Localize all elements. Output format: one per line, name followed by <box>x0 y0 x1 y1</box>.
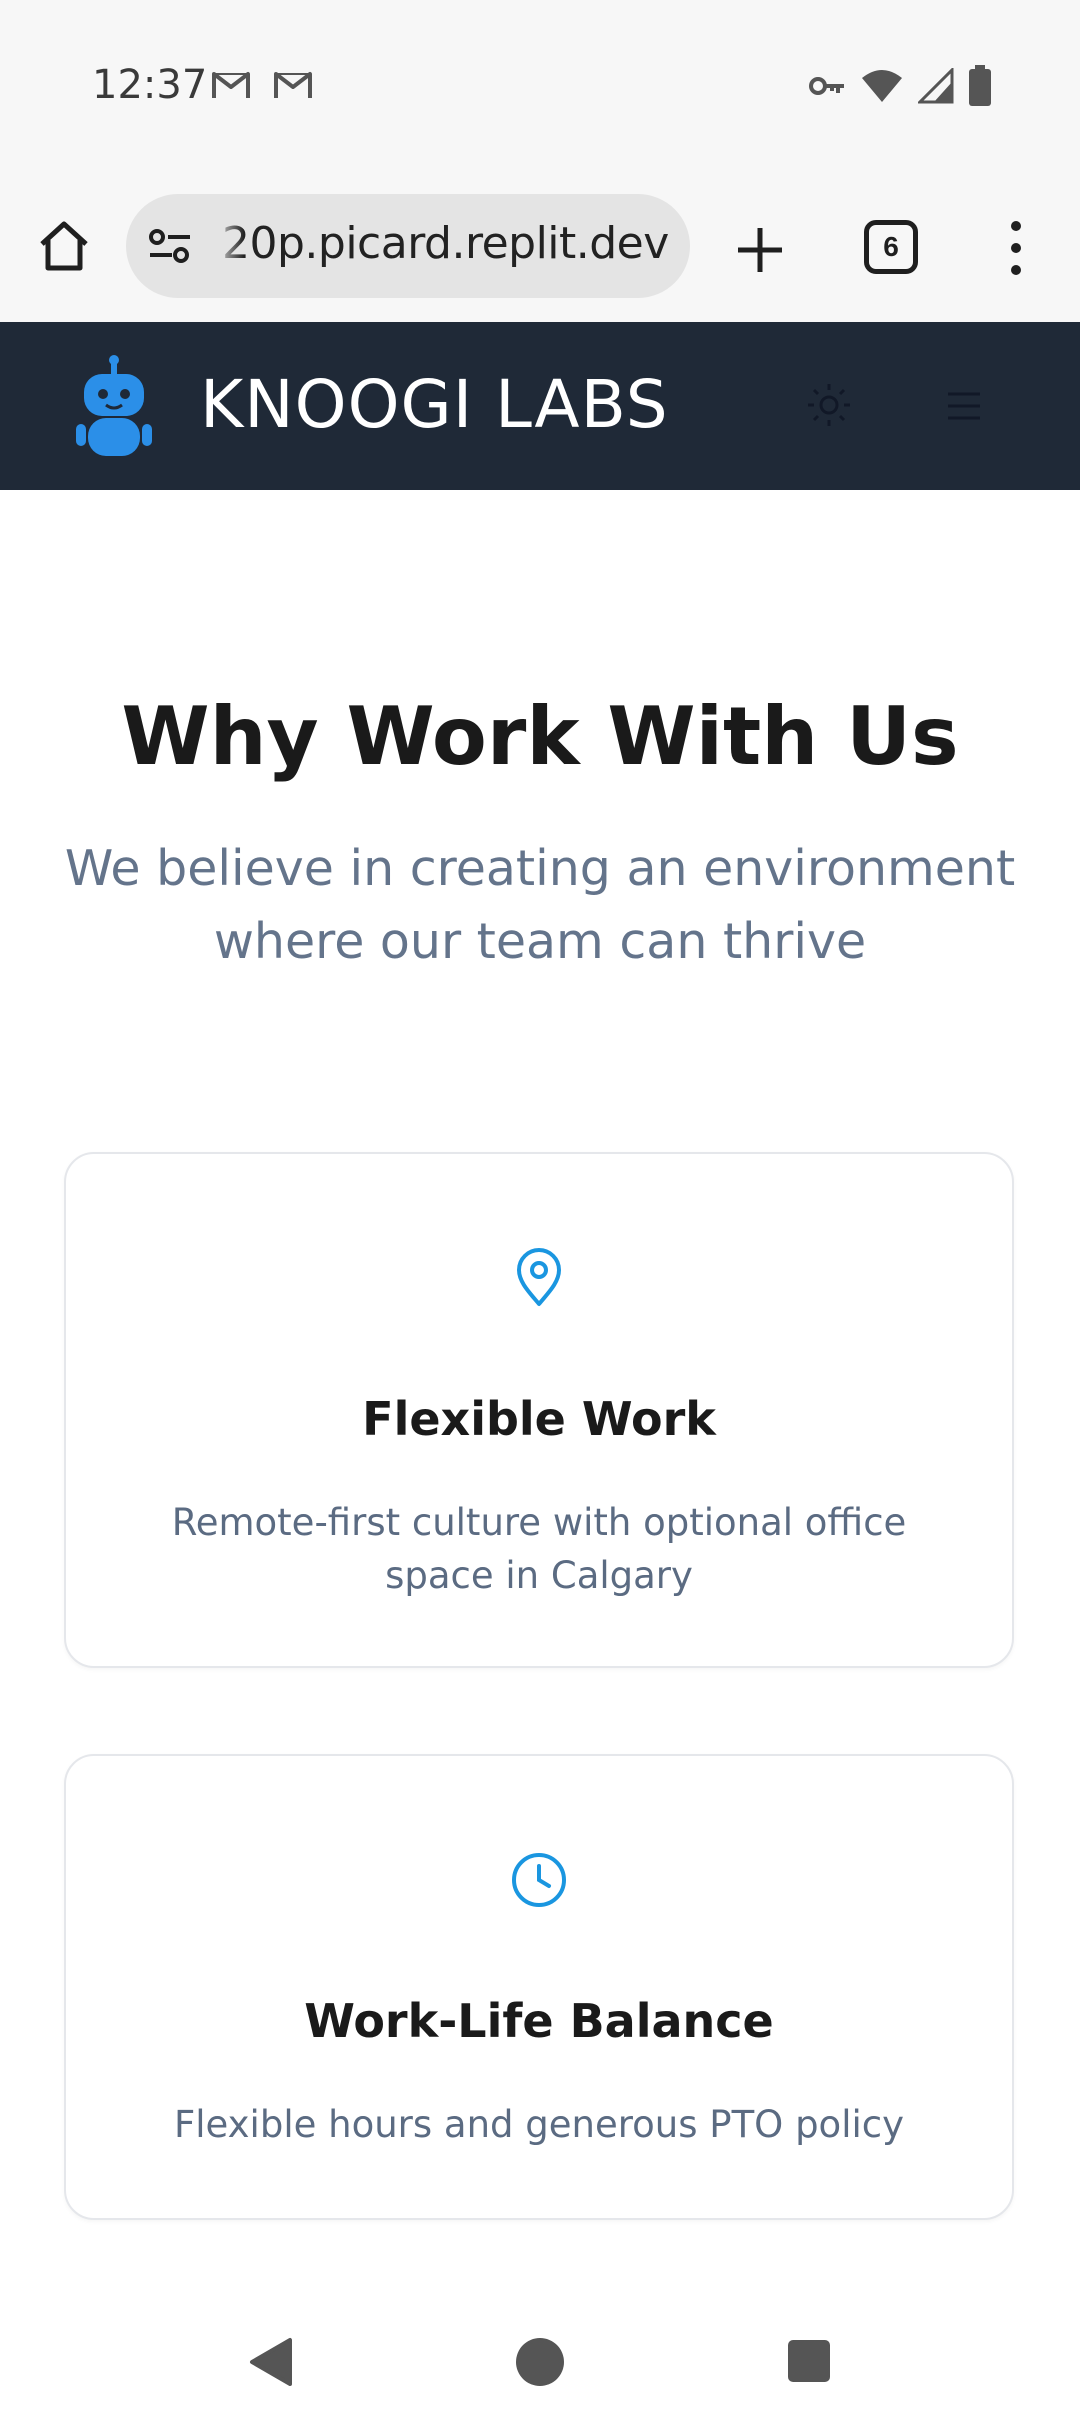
back-icon[interactable] <box>248 2336 294 2388</box>
recents-icon[interactable] <box>788 2340 830 2382</box>
tab-switcher-button[interactable]: 6 <box>864 220 918 274</box>
card-text: Flexible hours and generous PTO policy <box>173 2103 904 2146</box>
section-title: Why Work With Us <box>121 690 959 783</box>
brand-name[interactable]: KNOOGI LABS <box>200 366 669 443</box>
site-header: KNOOGI LABS <box>0 322 1080 490</box>
card-text: Remote-first culture with optional offic… <box>171 1501 907 1597</box>
card-title: Work-Life Balance <box>304 1994 774 2048</box>
status-right-icons <box>808 62 992 110</box>
sun-icon[interactable] <box>806 382 852 428</box>
address-bar[interactable]: 20p.picard.replit.dev <box>126 194 690 298</box>
section-subtitle: We believe in creating an environment wh… <box>64 840 1016 970</box>
clock-icon <box>512 1853 566 1907</box>
home-icon[interactable] <box>36 218 92 274</box>
gmail-icon <box>274 72 312 98</box>
status-bar: 12:37 <box>0 0 1080 178</box>
url-fade <box>214 194 244 298</box>
card-title: Flexible Work <box>362 1392 716 1446</box>
vpn-key-icon <box>809 77 844 95</box>
home-circle-icon[interactable] <box>516 2338 564 2386</box>
battery-icon <box>969 65 991 106</box>
hamburger-menu-icon[interactable] <box>944 386 984 426</box>
status-time: 12:37 <box>92 62 208 108</box>
browser-toolbar: 20p.picard.replit.dev 6 <box>0 178 1080 324</box>
robot-logo-icon[interactable] <box>76 354 152 458</box>
plus-icon[interactable] <box>732 222 788 278</box>
map-pin-icon <box>517 1248 561 1306</box>
benefit-card-work-life-balance: Work-Life Balance Flexible hours and gen… <box>64 1754 1014 2220</box>
gmail-icon <box>212 72 250 98</box>
system-nav-bar <box>0 2300 1080 2424</box>
site-settings-icon[interactable] <box>148 228 192 264</box>
more-vert-icon[interactable] <box>996 216 1036 280</box>
wifi-icon <box>862 70 902 102</box>
benefit-card-flexible-work: Flexible Work Remote-first culture with … <box>64 1152 1014 1668</box>
url-text[interactable]: 20p.picard.replit.dev <box>222 218 669 269</box>
cell-signal-icon <box>918 68 954 104</box>
